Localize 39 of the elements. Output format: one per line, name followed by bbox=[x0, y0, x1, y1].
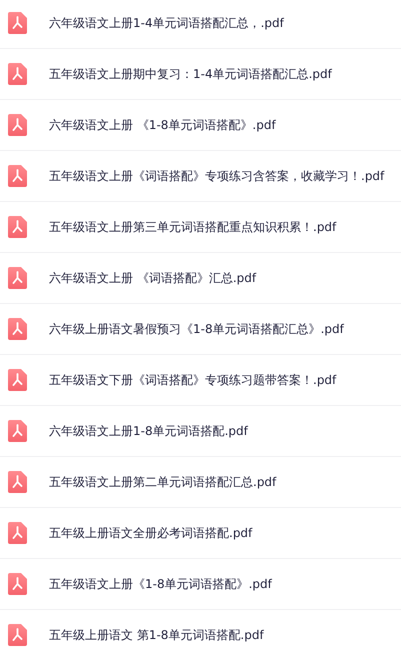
file-list-item[interactable]: 六年级语文上册 《1-8单元词语搭配》.pdf bbox=[0, 100, 401, 151]
pdf-file-icon bbox=[8, 165, 27, 187]
pdf-file-icon bbox=[8, 471, 27, 493]
file-name: 五年级语文下册《词语搭配》专项练习题带答案！.pdf bbox=[49, 372, 336, 389]
file-name: 五年级上册语文 第1-8单元词语搭配.pdf bbox=[49, 627, 264, 644]
pdf-file-icon bbox=[8, 420, 27, 442]
file-list-item[interactable]: 五年级语文下册《词语搭配》专项练习题带答案！.pdf bbox=[0, 355, 401, 406]
pdf-file-icon bbox=[8, 114, 27, 136]
file-name: 五年级语文上册第三单元词语搭配重点知识积累！.pdf bbox=[49, 219, 336, 236]
file-list-item[interactable]: 六年级语文上册 《词语搭配》汇总.pdf bbox=[0, 253, 401, 304]
pdf-file-icon bbox=[8, 318, 27, 340]
file-name: 六年级语文上册1-8单元词语搭配.pdf bbox=[49, 423, 248, 440]
file-list-item[interactable]: 五年级语文上册《1-8单元词语搭配》.pdf bbox=[0, 559, 401, 610]
file-list-item[interactable]: 五年级语文上册第三单元词语搭配重点知识积累！.pdf bbox=[0, 202, 401, 253]
file-name: 六年级语文上册 《1-8单元词语搭配》.pdf bbox=[49, 117, 276, 134]
pdf-file-icon bbox=[8, 63, 27, 85]
file-list-item[interactable]: 六年级上册语文暑假预习《1-8单元词语搭配汇总》.pdf bbox=[0, 304, 401, 355]
file-name: 六年级语文上册 《词语搭配》汇总.pdf bbox=[49, 270, 256, 287]
pdf-file-icon bbox=[8, 12, 27, 34]
file-list-item[interactable]: 五年级语文上册期中复习：1-4单元词语搭配汇总.pdf bbox=[0, 49, 401, 100]
file-list-item[interactable]: 六年级语文上册1-8单元词语搭配.pdf bbox=[0, 406, 401, 457]
file-name: 六年级语文上册1-4单元词语搭配汇总，.pdf bbox=[49, 15, 284, 32]
file-list-item[interactable]: 五年级上册语文全册必考词语搭配.pdf bbox=[0, 508, 401, 559]
pdf-file-icon bbox=[8, 267, 27, 289]
file-list-item[interactable]: 五年级上册语文 第1-8单元词语搭配.pdf bbox=[0, 610, 401, 652]
file-name: 五年级语文上册《词语搭配》专项练习含答案，收藏学习！.pdf bbox=[49, 168, 384, 185]
file-name: 五年级语文上册第二单元词语搭配汇总.pdf bbox=[49, 474, 276, 491]
file-list-item[interactable]: 五年级语文上册《词语搭配》专项练习含答案，收藏学习！.pdf bbox=[0, 151, 401, 202]
file-list-item[interactable]: 五年级语文上册第二单元词语搭配汇总.pdf bbox=[0, 457, 401, 508]
file-name: 五年级语文上册《1-8单元词语搭配》.pdf bbox=[49, 576, 272, 593]
file-name: 五年级上册语文全册必考词语搭配.pdf bbox=[49, 525, 252, 542]
pdf-file-icon bbox=[8, 216, 27, 238]
pdf-file-icon bbox=[8, 624, 27, 646]
file-name: 六年级上册语文暑假预习《1-8单元词语搭配汇总》.pdf bbox=[49, 321, 344, 338]
pdf-file-icon bbox=[8, 369, 27, 391]
pdf-file-icon bbox=[8, 573, 27, 595]
file-name: 五年级语文上册期中复习：1-4单元词语搭配汇总.pdf bbox=[49, 66, 332, 83]
file-list-item[interactable]: 六年级语文上册1-4单元词语搭配汇总，.pdf bbox=[0, 0, 401, 49]
pdf-file-icon bbox=[8, 522, 27, 544]
